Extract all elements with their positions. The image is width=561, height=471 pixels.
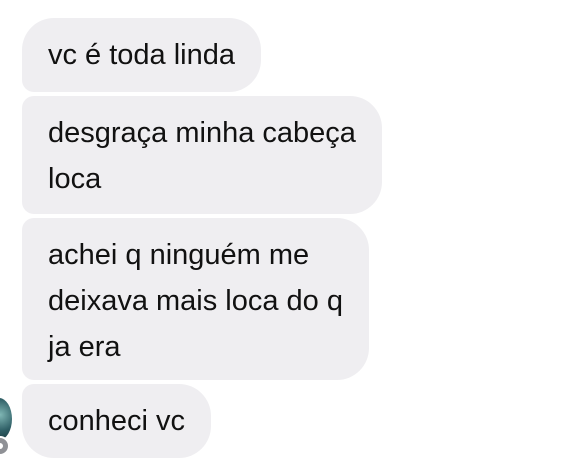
message-bubble[interactable]: vc é toda linda	[22, 18, 262, 92]
contact-avatar[interactable]	[0, 398, 12, 440]
message-bubble[interactable]: desgraça minha cabeça loca	[22, 96, 382, 214]
message-line: desgraça minha cabeça	[48, 117, 356, 149]
status-indicator-icon	[0, 436, 10, 456]
message-bubble[interactable]: achei q ninguém me deixava mais loca do …	[22, 218, 369, 380]
message-thread: vc é toda linda desgraça minha cabeça lo…	[0, 0, 561, 471]
message-line: conheci vc	[48, 405, 186, 437]
message-line: achei q ninguém me	[48, 239, 310, 271]
message-line: vc é toda linda	[48, 39, 236, 71]
message-bubble[interactable]: conheci vc	[22, 384, 212, 458]
message-line: deixava mais loca do q	[48, 285, 343, 317]
message-line: ja era	[48, 331, 121, 363]
message-line: loca	[48, 163, 102, 195]
